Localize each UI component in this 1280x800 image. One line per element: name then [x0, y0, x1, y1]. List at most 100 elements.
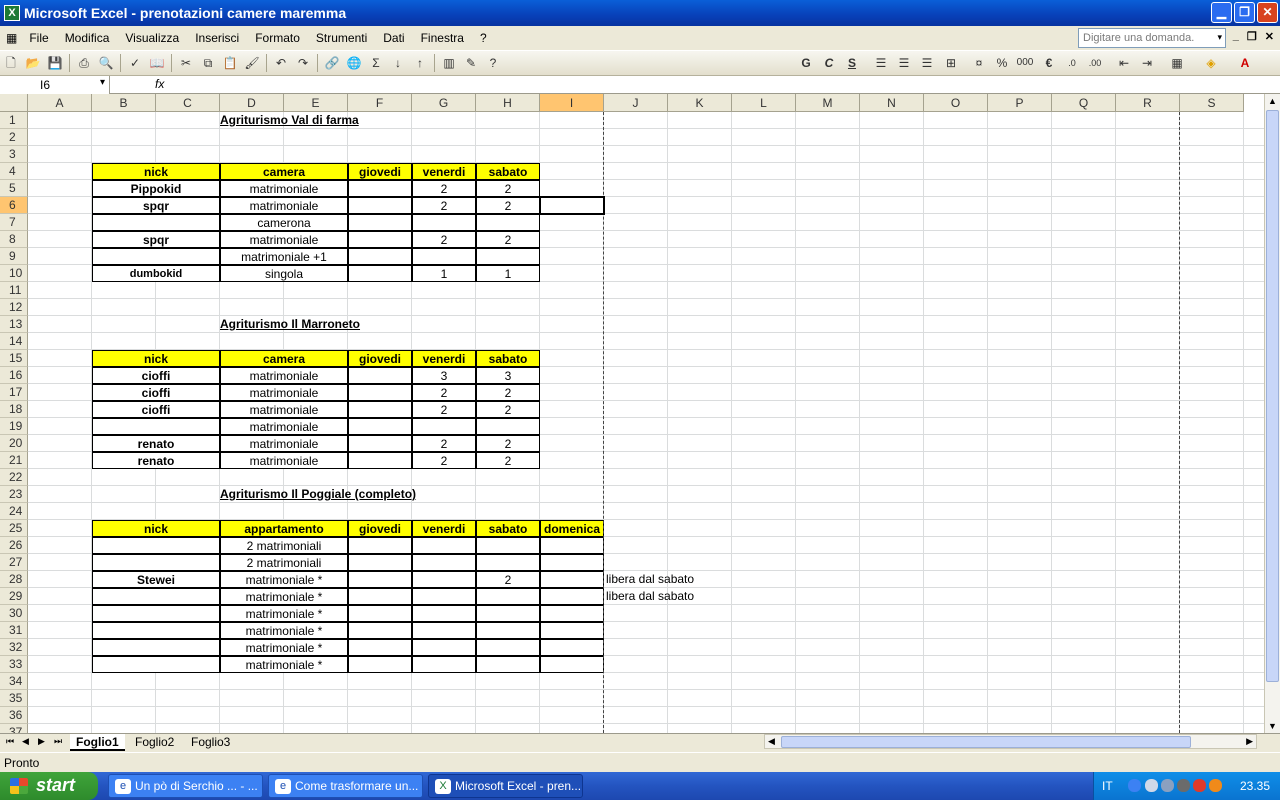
language-indicator[interactable]: IT [1102, 779, 1113, 793]
column-header-l[interactable]: L [732, 94, 796, 112]
column-header-o[interactable]: O [924, 94, 988, 112]
column-header-p[interactable]: P [988, 94, 1052, 112]
table-cell[interactable]: 2 [412, 401, 476, 418]
table-header-nick[interactable]: nick [92, 520, 220, 537]
table-cell[interactable]: matrimoniale [220, 197, 348, 214]
formula-input[interactable] [180, 77, 1270, 93]
table-cell[interactable] [412, 248, 476, 265]
table-title[interactable]: Agriturismo Il Marroneto [220, 316, 360, 333]
table-cell[interactable] [92, 214, 220, 231]
sheet-tab-foglio2[interactable]: Foglio2 [129, 734, 181, 751]
table-header-nick[interactable]: nick [92, 350, 220, 367]
table-cell[interactable]: 2 [412, 384, 476, 401]
table-cell[interactable]: matrimoniale * [220, 588, 348, 605]
row-header-18[interactable]: 18 [0, 401, 28, 418]
column-header-f[interactable]: F [348, 94, 412, 112]
column-header-r[interactable]: R [1116, 94, 1180, 112]
table-cell[interactable] [540, 605, 604, 622]
tray-g-icon[interactable] [1209, 779, 1222, 792]
spelling-icon[interactable]: ✓ [124, 53, 146, 73]
row-header-27[interactable]: 27 [0, 554, 28, 571]
row-header-37[interactable]: 37 [0, 724, 28, 733]
table-cell[interactable] [540, 588, 604, 605]
table-header-nick[interactable]: nick [92, 163, 220, 180]
redo-icon[interactable]: ↷ [292, 53, 314, 73]
column-header-d[interactable]: D [220, 94, 284, 112]
table-cell[interactable] [348, 265, 412, 282]
menu-formato[interactable]: Formato [247, 31, 308, 45]
table-cell[interactable] [476, 656, 540, 673]
align-right-icon[interactable]: ☰ [916, 53, 938, 73]
table-cell[interactable] [348, 367, 412, 384]
table-title[interactable]: Agriturismo Val di farma [220, 112, 359, 129]
table-cell[interactable] [348, 588, 412, 605]
network-icon[interactable] [1145, 779, 1158, 792]
table-cell[interactable]: 2 [412, 435, 476, 452]
column-header-n[interactable]: N [860, 94, 924, 112]
sheet-tab-foglio1[interactable]: Foglio1 [70, 734, 125, 751]
row-header-28[interactable]: 28 [0, 571, 28, 588]
table-cell[interactable] [92, 554, 220, 571]
table-cell[interactable]: 2 matrimoniali [220, 537, 348, 554]
scroll-down-arrow-icon[interactable]: ▼ [1268, 721, 1277, 731]
table-cell[interactable] [412, 639, 476, 656]
table-header-venerdi[interactable]: venerdi [412, 520, 476, 537]
table-cell[interactable]: matrimoniale [220, 452, 348, 469]
table-cell[interactable]: matrimoniale * [220, 656, 348, 673]
row-header-33[interactable]: 33 [0, 656, 28, 673]
table-cell[interactable] [412, 588, 476, 605]
table-cell[interactable]: dumbokid [92, 265, 220, 282]
open-icon[interactable]: 📂 [22, 53, 44, 73]
antivirus-icon[interactable] [1193, 779, 1206, 792]
new-icon[interactable]: 🗋 [0, 53, 22, 73]
task-serchio[interactable]: e Un pò di Serchio ... - ... [108, 774, 263, 798]
table-cell[interactable]: singola [220, 265, 348, 282]
note-cell[interactable]: libera dal sabato [604, 571, 744, 588]
excel-app-icon[interactable]: X [4, 5, 20, 21]
table-cell[interactable] [348, 537, 412, 554]
table-title[interactable]: Agriturismo Il Poggiale (completo) [220, 486, 416, 503]
row-header-7[interactable]: 7 [0, 214, 28, 231]
table-cell[interactable]: 2 [476, 435, 540, 452]
table-cell[interactable] [540, 622, 604, 639]
table-cell[interactable] [92, 605, 220, 622]
row-header-34[interactable]: 34 [0, 673, 28, 690]
table-cell[interactable] [412, 554, 476, 571]
table-cell[interactable]: Pippokid [92, 180, 220, 197]
table-cell[interactable] [92, 248, 220, 265]
next-sheet-icon[interactable]: ▶ [38, 736, 45, 747]
row-header-32[interactable]: 32 [0, 639, 28, 656]
table-cell[interactable] [348, 418, 412, 435]
table-header-camera[interactable]: camera [220, 163, 348, 180]
table-header-giovedi[interactable]: giovedi [348, 520, 412, 537]
table-cell[interactable]: matrimoniale * [220, 639, 348, 656]
table-cell[interactable]: 2 [476, 571, 540, 588]
table-cell[interactable]: matrimoniale * [220, 605, 348, 622]
row-header-29[interactable]: 29 [0, 588, 28, 605]
paste-icon[interactable]: 📋 [219, 53, 241, 73]
row-header-15[interactable]: 15 [0, 350, 28, 367]
doc-close-button[interactable]: ✕ [1265, 30, 1274, 43]
web-icon[interactable]: 🌐 [343, 53, 365, 73]
row-header-3[interactable]: 3 [0, 146, 28, 163]
row-header-25[interactable]: 25 [0, 520, 28, 537]
table-cell[interactable] [476, 418, 540, 435]
table-cell[interactable]: 3 [412, 367, 476, 384]
font-color-icon[interactable]: A [1234, 53, 1256, 73]
table-cell[interactable]: spqr [92, 231, 220, 248]
research-icon[interactable]: 📖 [146, 53, 168, 73]
row-header-10[interactable]: 10 [0, 265, 28, 282]
borders-icon[interactable]: ▦ [1166, 53, 1188, 73]
table-cell[interactable] [476, 605, 540, 622]
table-cell[interactable]: 2 [476, 180, 540, 197]
print-icon[interactable]: ⎙ [73, 53, 95, 73]
drawing-icon[interactable]: ✎ [460, 53, 482, 73]
table-cell[interactable] [476, 537, 540, 554]
table-cell[interactable]: matrimoniale * [220, 571, 348, 588]
row-header-26[interactable]: 26 [0, 537, 28, 554]
column-header-s[interactable]: S [1180, 94, 1244, 112]
table-cell[interactable]: 2 [412, 231, 476, 248]
table-cell[interactable] [476, 588, 540, 605]
column-header-j[interactable]: J [604, 94, 668, 112]
restore-button[interactable]: ❐ [1234, 2, 1255, 23]
